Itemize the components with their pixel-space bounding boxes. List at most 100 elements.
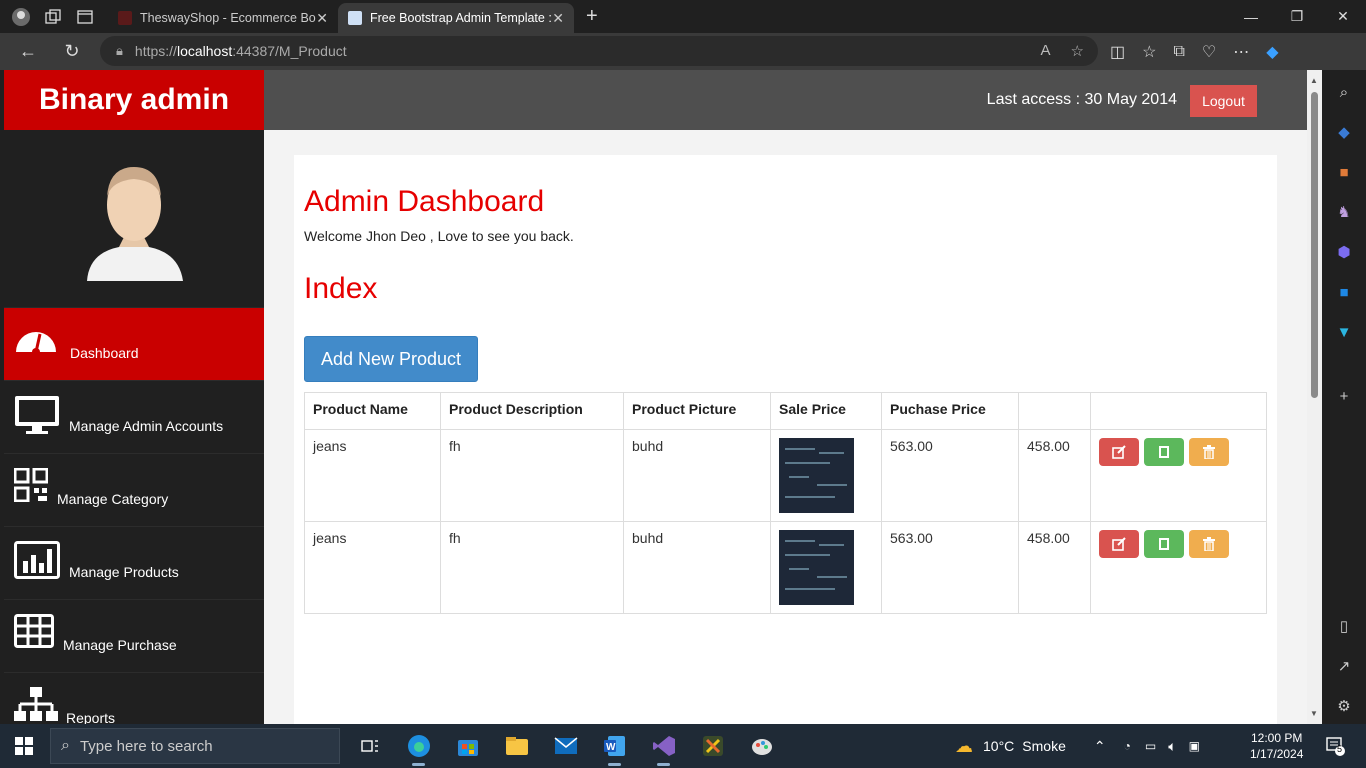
table-row: jeans fh buhd 563.00 458.00	[304, 429, 1267, 522]
volume-icon[interactable]: 🔈︎	[1168, 738, 1176, 755]
edit-button[interactable]	[1099, 530, 1139, 558]
tab-title: TheswayShop - Ecommerce Bootst	[140, 11, 316, 25]
url-bar[interactable]: 🔒︎ https://localhost:44387/M_Product A ☆	[100, 36, 1098, 66]
edit-icon	[1112, 537, 1126, 551]
page-scrollbar[interactable]: ▲ ▼	[1307, 70, 1322, 724]
sidebar-item-manage-category[interactable]: Manage Category	[4, 454, 264, 527]
microsoft-365-icon[interactable]: ⬢	[1334, 242, 1354, 262]
page-inner: Admin Dashboard Welcome Jhon Deo , Love …	[294, 155, 1277, 724]
sidebar-item-reports[interactable]: Reports	[4, 673, 264, 724]
edge-browser-icon[interactable]	[394, 724, 443, 768]
outlook-icon[interactable]: ■	[1334, 282, 1354, 302]
brand-logo[interactable]: Binary admin	[4, 70, 264, 130]
drop-icon[interactable]: ▼	[1334, 322, 1354, 342]
page-favicon-icon	[348, 11, 362, 25]
col-product-description: Product Description	[440, 392, 624, 430]
taskbar-search[interactable]: ⌕ Type here to search	[50, 728, 340, 764]
file-explorer-icon[interactable]	[492, 724, 541, 768]
table-icon	[14, 614, 54, 648]
read-aloud-icon[interactable]: A	[1041, 42, 1051, 60]
tab-theswayshop[interactable]: TheswayShop - Ecommerce Bootst ✕	[108, 3, 338, 33]
logout-button[interactable]: Logout	[1190, 85, 1257, 117]
visual-studio-icon[interactable]	[639, 724, 688, 768]
search-placeholder: Type here to search	[79, 737, 213, 755]
shopping-tag-icon[interactable]: ◆	[1334, 122, 1354, 142]
delete-button[interactable]	[1189, 530, 1229, 558]
workspaces-icon[interactable]	[42, 6, 64, 28]
details-button[interactable]	[1144, 530, 1184, 558]
settings-gear-icon[interactable]: ⚙	[1334, 696, 1354, 716]
word-icon[interactable]: W	[590, 724, 639, 768]
microsoft-store-icon[interactable]	[443, 724, 492, 768]
sidebar-item-manage-purchase[interactable]: Manage Purchase	[4, 600, 264, 673]
hide-sidebar-icon[interactable]: ▯	[1334, 616, 1354, 636]
product-thumbnail[interactable]	[779, 438, 854, 513]
notification-center-icon[interactable]: 5	[1325, 736, 1345, 759]
task-view-icon[interactable]	[345, 724, 394, 768]
chevron-up-icon[interactable]: ⌃	[1094, 738, 1106, 755]
more-menu-icon[interactable]: ⋯	[1233, 42, 1249, 62]
weather-icon[interactable]: ☁	[955, 736, 973, 757]
table-header-row: Product Name Product Description Product…	[304, 392, 1267, 430]
collections-icon[interactable]: ⧉	[1173, 43, 1184, 61]
minimize-icon[interactable]: —	[1228, 0, 1274, 33]
scroll-up-icon[interactable]: ▲	[1310, 76, 1318, 85]
col-purchase-price: Puchase Price	[881, 392, 1019, 430]
weather-desc[interactable]: Smoke	[1022, 738, 1066, 754]
windows-start-icon[interactable]	[0, 737, 48, 755]
toolbox-icon[interactable]: ■	[1334, 162, 1354, 182]
tab-actions-icon[interactable]	[74, 6, 96, 28]
refresh-icon[interactable]: ↻	[56, 41, 88, 62]
browser-tab-bar: TheswayShop - Ecommerce Bootst ✕ Free Bo…	[0, 0, 1366, 33]
sidebar-item-manage-products[interactable]: Manage Products	[4, 527, 264, 600]
favorite-star-icon[interactable]: ☆	[1071, 42, 1084, 60]
sidebar-item-manage-admin-accounts[interactable]: Manage Admin Accounts	[4, 381, 264, 454]
details-button[interactable]	[1144, 438, 1184, 466]
cell-product-description: fh	[440, 429, 624, 522]
tab-admin-template[interactable]: Free Bootstrap Admin Template : ✕	[338, 3, 574, 33]
col-empty	[1018, 392, 1091, 430]
mail-icon[interactable]	[541, 724, 590, 768]
paint-app-icon[interactable]	[737, 724, 786, 768]
add-sidebar-app-icon[interactable]: +	[1334, 386, 1354, 406]
window-controls: — ❐ ✕	[1228, 0, 1366, 33]
sidebar-item-dashboard[interactable]: Dashboard	[4, 308, 264, 381]
lock-icon[interactable]: 🔒︎	[116, 43, 123, 59]
sidebar-item-label: Manage Admin Accounts	[69, 418, 224, 434]
edit-button[interactable]	[1099, 438, 1139, 466]
close-tab-icon[interactable]: ✕	[316, 10, 328, 27]
wifi-icon[interactable]: ◔	[1124, 739, 1131, 753]
add-new-product-button[interactable]: Add New Product	[304, 336, 478, 382]
back-icon[interactable]: ←	[12, 41, 44, 62]
cast-icon[interactable]: ▣	[1189, 739, 1200, 753]
browser-essentials-icon[interactable]: ♡	[1202, 42, 1216, 62]
new-tab-icon[interactable]: +	[586, 5, 598, 28]
scrollbar-thumb[interactable]	[1311, 92, 1318, 398]
games-icon[interactable]: ♞	[1334, 202, 1354, 222]
copilot-icon[interactable]: ◆	[1266, 42, 1278, 62]
weather-temp[interactable]: 10°C	[983, 738, 1014, 754]
products-table: Product Name Product Description Product…	[304, 392, 1267, 614]
favorites-icon[interactable]: ☆	[1142, 42, 1156, 62]
profile-avatar-icon[interactable]	[10, 6, 32, 28]
battery-icon[interactable]: ▭	[1145, 739, 1156, 753]
site-favicon-icon	[118, 11, 132, 25]
delete-button[interactable]	[1189, 438, 1229, 466]
tools-app-icon[interactable]	[688, 724, 737, 768]
sidebar-item-label: Manage Products	[69, 564, 179, 580]
split-screen-icon[interactable]: ◫	[1110, 42, 1125, 62]
product-thumbnail[interactable]	[779, 530, 854, 605]
svg-text:W: W	[606, 742, 616, 753]
book-icon	[1159, 446, 1169, 458]
scroll-down-icon[interactable]: ▼	[1310, 709, 1318, 718]
dashboard-icon	[16, 332, 56, 356]
cell-actions	[1090, 429, 1267, 522]
close-window-icon[interactable]: ✕	[1320, 0, 1366, 33]
taskbar-clock[interactable]: 12:00 PM 1/17/2024	[1250, 730, 1303, 762]
cell-product-name: jeans	[304, 429, 441, 522]
search-icon[interactable]: ⌕	[1334, 82, 1354, 102]
close-tab-icon[interactable]: ✕	[552, 10, 564, 27]
open-external-icon[interactable]: ↗	[1334, 656, 1354, 676]
cell-purchase-price: 458.00	[1018, 521, 1091, 614]
restore-icon[interactable]: ❐	[1274, 0, 1320, 33]
